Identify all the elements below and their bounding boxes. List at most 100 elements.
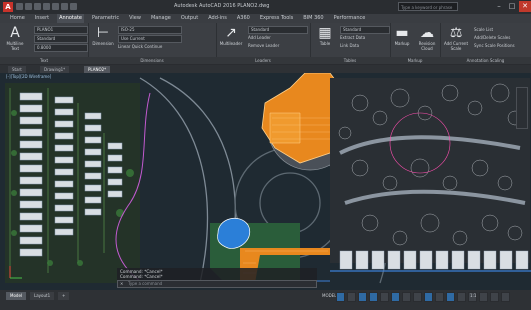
- markup-button[interactable]: ▬ Markup: [390, 25, 414, 46]
- save-as-icon[interactable]: [43, 3, 50, 10]
- viewport-controls[interactable]: [-][Top][2D Wireframe]: [6, 74, 51, 79]
- continue-button[interactable]: Continue: [144, 44, 162, 49]
- ribbon-tab-parametric[interactable]: Parametric: [90, 14, 121, 23]
- document-tabs: Start Drawing1* PLANO2*: [0, 65, 531, 73]
- leader-style-select[interactable]: Standard: [248, 26, 308, 34]
- ortho-icon[interactable]: [358, 292, 367, 302]
- title-bar: A Autodesk AutoCAD 2016 PLANO2.dwg Type …: [0, 0, 531, 14]
- text-panel: A Multiline Text PLANO1 Standard 0.8000 …: [0, 23, 89, 64]
- annotation-visibility-icon[interactable]: [446, 292, 455, 302]
- dimensions-panel-title[interactable]: Dimensions: [88, 57, 216, 64]
- tables-panel-title[interactable]: Tables: [310, 57, 390, 64]
- ribbon-tab-express[interactable]: Express Tools: [258, 14, 295, 23]
- scaling-panel-title[interactable]: Annotation Scaling: [440, 57, 531, 64]
- scale-list-button[interactable]: Scale List: [474, 27, 493, 33]
- command-input[interactable]: ✕ Type a command: [117, 280, 317, 288]
- autocad-logo-icon[interactable]: A: [3, 2, 13, 12]
- hardware-acceleration-icon[interactable]: [479, 292, 488, 302]
- text-size-select[interactable]: Standard: [34, 35, 88, 43]
- undo-icon[interactable]: [61, 3, 68, 10]
- revision-cloud-button[interactable]: ☁ Revision Cloud: [414, 25, 440, 51]
- annotation-scaling-panel: ⚖ Add Current Scale Scale List Add/Delet…: [440, 23, 531, 64]
- drawing-viewport[interactable]: [-][Top][2D Wireframe]: [0, 73, 531, 290]
- navigation-bar[interactable]: [516, 87, 528, 129]
- markup-panel: ▬ Markup ☁ Revision Cloud Markup: [390, 23, 441, 64]
- ribbon-tabs: Home Insert Annotate Parametric View Man…: [0, 14, 531, 23]
- dim-tools-row: Linear Quick Continue: [118, 44, 162, 50]
- minimize-button[interactable]: –: [493, 1, 505, 12]
- extract-data-button[interactable]: Extract Data: [340, 35, 365, 41]
- ribbon-tab-bim360[interactable]: BIM 360: [301, 14, 325, 23]
- table-button[interactable]: ▦ Table: [312, 25, 338, 46]
- scale-icon: ⚖: [449, 25, 463, 41]
- polar-icon[interactable]: [369, 292, 378, 302]
- ribbon-tab-annotate[interactable]: Annotate: [57, 14, 84, 23]
- leaders-panel: ↗ Multileader Standard Add Leader Remove…: [216, 23, 311, 64]
- ribbon-tab-output[interactable]: Output: [179, 14, 200, 23]
- text-panel-title[interactable]: Text: [0, 57, 88, 64]
- model-space-label[interactable]: MODEL: [322, 292, 336, 300]
- ribbon-tab-insert[interactable]: Insert: [33, 14, 51, 23]
- otrack-icon[interactable]: [391, 292, 400, 302]
- snap-icon[interactable]: [347, 292, 356, 302]
- close-icon[interactable]: ✕: [120, 281, 123, 287]
- dimension-icon: ⊢: [96, 25, 110, 41]
- dim-style-select[interactable]: ISO-25: [118, 26, 182, 34]
- ribbon-tab-view[interactable]: View: [127, 14, 143, 23]
- transparency-icon[interactable]: [413, 292, 422, 302]
- remove-leader-button[interactable]: Remove Leader: [248, 43, 279, 49]
- table-style-select[interactable]: Standard: [340, 26, 390, 34]
- tab-start[interactable]: Start: [8, 66, 26, 73]
- leaders-panel-title[interactable]: Leaders: [216, 57, 310, 64]
- 3d-osnap-icon[interactable]: [435, 292, 444, 302]
- dim-layer-select[interactable]: Use Current: [118, 35, 182, 43]
- ribbon-tab-performance[interactable]: Performance: [332, 14, 368, 23]
- grid-icon[interactable]: [336, 292, 345, 302]
- status-toggles: [336, 292, 510, 302]
- ribbon-tab-a360[interactable]: A360: [235, 14, 252, 23]
- layout-tab-layout1[interactable]: Layout1: [30, 292, 55, 300]
- command-history: Command: *Cancel* Command: *Cancel*: [117, 268, 317, 280]
- ribbon-tab-manage[interactable]: Manage: [149, 14, 173, 23]
- linear-button[interactable]: Linear: [118, 44, 130, 49]
- command-line: Command: *Cancel* Command: *Cancel* ✕ Ty…: [117, 268, 317, 288]
- add-layout-button[interactable]: +: [58, 292, 70, 300]
- open-icon[interactable]: [25, 3, 32, 10]
- selection-cycling-icon[interactable]: [424, 292, 433, 302]
- dimension-button[interactable]: ⊢ Dimension: [90, 25, 116, 46]
- sync-scale-button[interactable]: Sync Scale Positions: [474, 43, 515, 49]
- quick-button[interactable]: Quick: [132, 44, 143, 49]
- workspace-icon[interactable]: [457, 292, 466, 302]
- osnap-icon[interactable]: [380, 292, 389, 302]
- text-style-select[interactable]: PLANO1: [34, 26, 88, 34]
- print-icon[interactable]: [52, 3, 59, 10]
- customization-icon[interactable]: [501, 292, 510, 302]
- left-residential-area: [5, 83, 151, 289]
- search-input[interactable]: Type a keyword or phrase: [398, 2, 458, 11]
- ribbon-tab-home[interactable]: Home: [8, 14, 27, 23]
- link-data-button[interactable]: Link Data: [340, 43, 359, 49]
- add-delete-scales-button[interactable]: Add/Delete Scales: [474, 35, 510, 41]
- tab-plano2[interactable]: PLANO2*: [84, 66, 111, 73]
- add-leader-button[interactable]: Add Leader: [248, 35, 271, 41]
- layout-tab-model[interactable]: Model: [6, 292, 27, 300]
- new-icon[interactable]: [16, 3, 23, 10]
- markup-panel-title[interactable]: Markup: [390, 57, 440, 64]
- multiline-text-button[interactable]: A Multiline Text: [2, 25, 28, 51]
- save-icon[interactable]: [34, 3, 41, 10]
- annotation-scale-label[interactable]: 1:1: [470, 292, 476, 300]
- multileader-button[interactable]: ↗ Multileader: [218, 25, 244, 46]
- close-button[interactable]: ✕: [519, 1, 531, 12]
- maximize-button[interactable]: □: [506, 1, 518, 12]
- lineweight-icon[interactable]: [402, 292, 411, 302]
- command-placeholder: Type a command: [128, 281, 163, 286]
- ribbon-tab-addins[interactable]: Add-ins: [206, 14, 229, 23]
- cad-drawing[interactable]: [0, 73, 531, 290]
- clean-screen-icon[interactable]: [490, 292, 499, 302]
- text-height-input[interactable]: 0.8000: [34, 44, 88, 52]
- add-current-scale-button[interactable]: ⚖ Add Current Scale: [442, 25, 470, 51]
- dimensions-panel: ⊢ Dimension ISO-25 Use Current Linear Qu…: [88, 23, 217, 64]
- leader-icon: ↗: [225, 25, 237, 41]
- tab-drawing1[interactable]: Drawing1*: [40, 66, 70, 73]
- redo-icon[interactable]: [70, 3, 77, 10]
